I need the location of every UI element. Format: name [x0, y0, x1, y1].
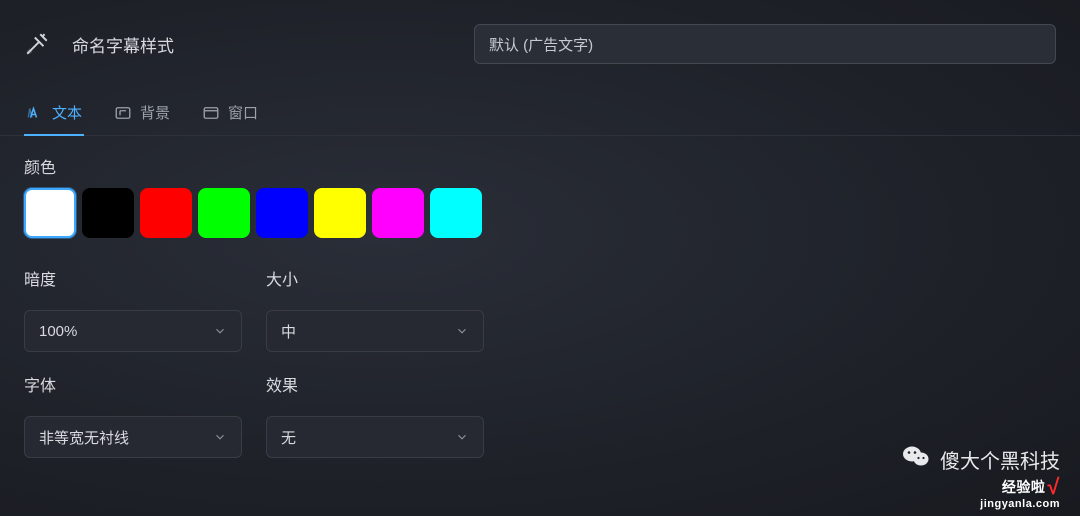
- color-swatch-7[interactable]: [430, 188, 482, 238]
- effect-select[interactable]: 无: [266, 416, 484, 458]
- tab-background-label: 背景: [140, 102, 170, 123]
- opacity-label: 暗度: [24, 266, 242, 290]
- content: 颜色 暗度 100% 大小 中 字体 非等宽无衬线 效果: [0, 136, 1080, 496]
- chevron-down-icon: [455, 430, 469, 444]
- size-label: 大小: [266, 266, 484, 290]
- background-icon: [114, 104, 132, 122]
- color-swatch-4[interactable]: [256, 188, 308, 238]
- text-icon: [26, 104, 44, 122]
- size-value: 中: [281, 321, 296, 342]
- tabs: 文本 背景 窗口: [0, 84, 1080, 136]
- watermark-domain-row: jingyanla.com: [902, 498, 1060, 510]
- watermark: 傻大个黑科技 经验啦 √ jingyanla.com: [902, 444, 1060, 510]
- effect-value: 无: [281, 427, 296, 448]
- window-icon: [202, 104, 220, 122]
- effect-label: 效果: [266, 372, 484, 396]
- opacity-group: 暗度 100%: [24, 266, 242, 352]
- controls-row-1: 暗度 100% 大小 中: [24, 266, 1056, 352]
- tab-text[interactable]: 文本: [24, 92, 84, 135]
- effect-group: 效果 无: [266, 372, 484, 458]
- tab-background[interactable]: 背景: [112, 92, 172, 135]
- watermark-line1: 傻大个黑科技: [902, 444, 1060, 474]
- color-swatch-0[interactable]: [24, 188, 76, 238]
- watermark-domain: jingyanla.com: [980, 498, 1060, 510]
- size-group: 大小 中: [266, 266, 484, 352]
- watermark-line2: 经验啦 √: [902, 474, 1060, 500]
- font-group: 字体 非等宽无衬线: [24, 372, 242, 458]
- chevron-down-icon: [455, 324, 469, 338]
- color-swatch-2[interactable]: [140, 188, 192, 238]
- check-icon: √: [1047, 474, 1060, 500]
- watermark-prefix: 经验啦: [1002, 477, 1046, 497]
- style-name-input[interactable]: [474, 24, 1056, 64]
- font-value: 非等宽无衬线: [39, 427, 129, 448]
- chevron-down-icon: [213, 430, 227, 444]
- color-swatch-3[interactable]: [198, 188, 250, 238]
- font-label: 字体: [24, 372, 242, 396]
- chevron-down-icon: [213, 324, 227, 338]
- wechat-icon: [902, 444, 930, 474]
- tab-window[interactable]: 窗口: [200, 92, 260, 135]
- color-swatch-5[interactable]: [314, 188, 366, 238]
- header: 命名字幕样式: [0, 0, 1080, 84]
- tab-window-label: 窗口: [228, 102, 258, 123]
- opacity-select[interactable]: 100%: [24, 310, 242, 352]
- header-title: 命名字幕样式: [72, 32, 174, 57]
- style-icon: [24, 31, 50, 57]
- color-label: 颜色: [24, 154, 1056, 178]
- color-swatch-6[interactable]: [372, 188, 424, 238]
- tab-text-label: 文本: [52, 102, 82, 123]
- size-select[interactable]: 中: [266, 310, 484, 352]
- color-swatch-1[interactable]: [82, 188, 134, 238]
- opacity-value: 100%: [39, 323, 77, 340]
- font-select[interactable]: 非等宽无衬线: [24, 416, 242, 458]
- watermark-text-1: 傻大个黑科技: [940, 445, 1060, 474]
- color-swatches: [24, 188, 1056, 238]
